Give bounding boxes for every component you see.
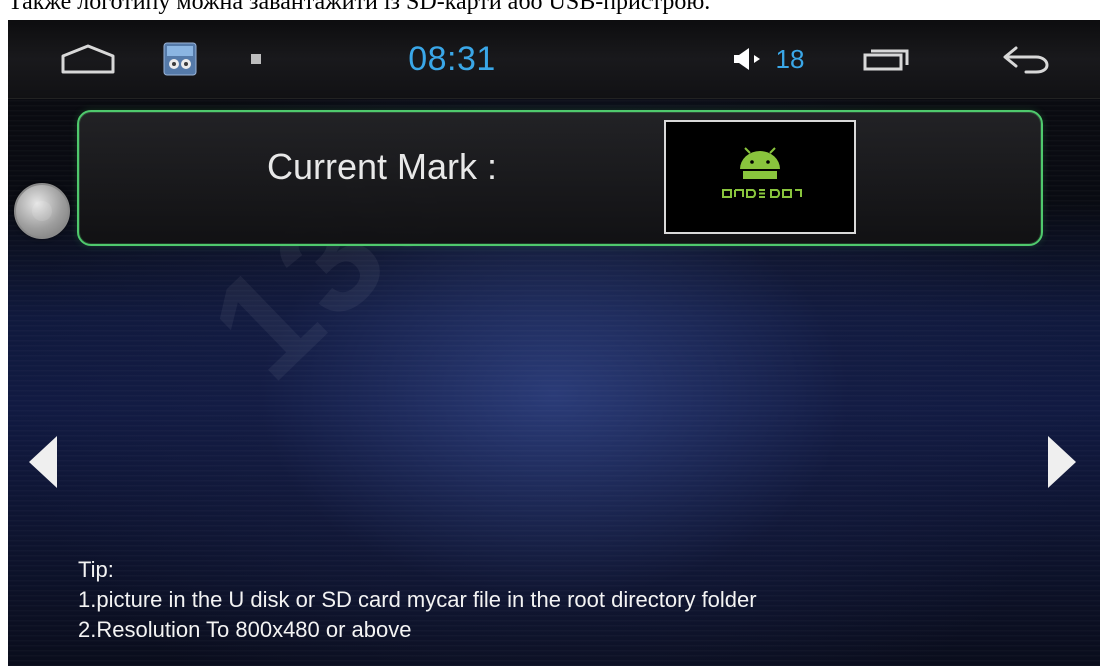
tip-text-block: Tip: 1.picture in the U disk or SD card … [78, 555, 978, 645]
back-icon [1003, 46, 1049, 74]
stop-square-button[interactable] [246, 20, 266, 98]
recent-apps-button[interactable] [856, 20, 916, 98]
car-screen: 08:31 18 130 Current Mark: Tip: 1.pictu… [8, 20, 1100, 666]
tip-line-1: 1.picture in the U disk or SD card mycar… [78, 587, 757, 612]
current-mark-preview[interactable] [664, 120, 856, 234]
clock-display: 08:31 [408, 39, 496, 78]
volume-icon [733, 48, 760, 70]
tip-line-2: 2.Resolution To 800x480 or above [78, 617, 412, 642]
volume-indicator[interactable]: 18 [708, 20, 828, 98]
next-button[interactable] [1043, 430, 1083, 494]
left-arrow-icon [29, 436, 57, 488]
current-mark-panel: Current Mark : [77, 110, 1043, 246]
home-icon [61, 44, 115, 74]
current-mark-label: Current Mark : [267, 146, 498, 187]
back-button[interactable] [996, 20, 1056, 98]
side-handle-icon [32, 201, 52, 221]
tip-title: Tip: [78, 557, 114, 582]
stop-square-icon [251, 54, 261, 64]
right-arrow-icon [1048, 436, 1076, 488]
android-logo [722, 147, 802, 198]
home-button[interactable] [56, 20, 120, 98]
volume-level: 18 [775, 43, 805, 74]
recent-apps-icon [863, 49, 909, 71]
side-handle[interactable] [14, 183, 70, 239]
status-bar: 08:31 18 [8, 20, 1100, 99]
app-thumbnail-button[interactable] [162, 20, 198, 98]
page: Также логотипу можна завантажити із SD-к… [0, 0, 1100, 666]
page-caption: Также логотипу можна завантажити із SD-к… [0, 0, 1100, 20]
previous-button[interactable] [22, 430, 62, 494]
app-thumbnail-icon [163, 42, 197, 76]
